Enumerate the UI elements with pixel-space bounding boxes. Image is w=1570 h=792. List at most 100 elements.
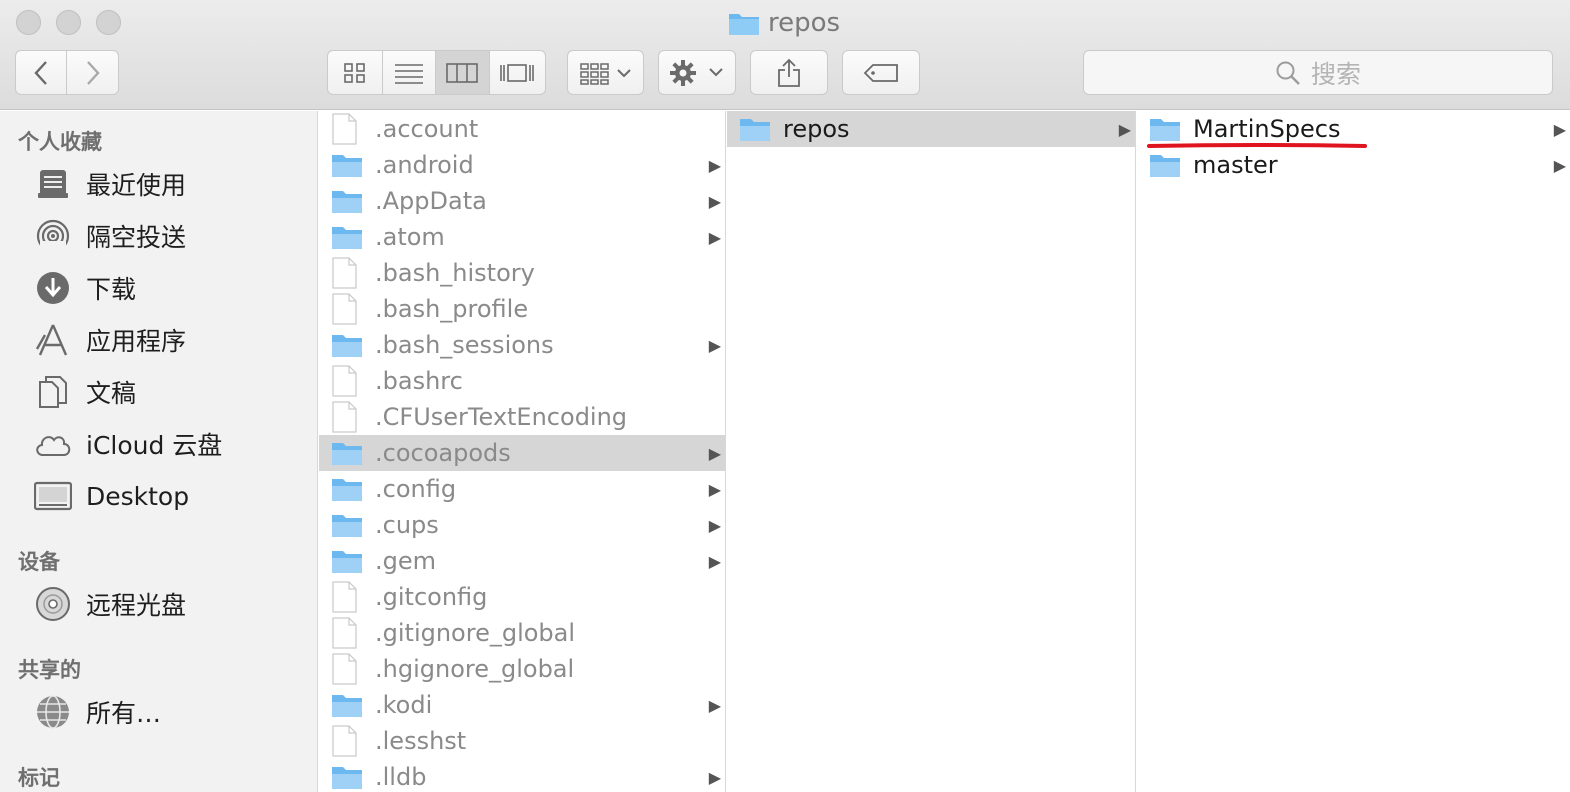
- file-row[interactable]: .bash_history: [319, 255, 725, 291]
- disclosure-arrow-icon: ▶: [708, 515, 721, 535]
- close-window-button[interactable]: [16, 10, 41, 35]
- folder-row[interactable]: MartinSpecs ▶: [1137, 111, 1570, 147]
- folder-name: .gem: [375, 547, 437, 575]
- folder-row[interactable]: .cups ▶: [319, 507, 725, 543]
- file-icon: [331, 725, 363, 757]
- folder-row[interactable]: .gem ▶: [319, 543, 725, 579]
- file-icon: [331, 293, 363, 325]
- sidebar-item-recents[interactable]: 最近使用: [34, 162, 186, 206]
- sidebar-item-documents[interactable]: 文稿: [34, 370, 136, 414]
- folder-row-selected[interactable]: repos ▶: [727, 111, 1135, 147]
- window-title-text: repos: [768, 8, 841, 38]
- icon-view-button[interactable]: [328, 51, 383, 94]
- file-icon: [331, 365, 363, 397]
- folder-icon: [331, 222, 363, 252]
- file-row[interactable]: .hgignore_global: [319, 651, 725, 687]
- finder-window: repos 搜索 个人收藏 最近使用 隔空投送 下载 应用程序 文稿 iClou…: [0, 0, 1570, 792]
- desktop-icon: [34, 477, 72, 515]
- browser-column-1[interactable]: .account .android ▶ .AppData ▶ .atom ▶ .bas…: [319, 111, 726, 792]
- folder-name: .AppData: [375, 187, 487, 215]
- zoom-window-button[interactable]: [96, 10, 121, 35]
- search-placeholder: 搜索: [1310, 59, 1361, 89]
- tags-button[interactable]: [842, 50, 920, 95]
- file-icon: [331, 653, 363, 685]
- sidebar-item-icloud[interactable]: iCloud 云盘: [34, 422, 222, 466]
- folder-row[interactable]: .bash_sessions ▶: [319, 327, 725, 363]
- list-view-button[interactable]: [383, 51, 437, 94]
- search-icon: [1276, 61, 1300, 85]
- sidebar-item-label: 所有…: [86, 699, 162, 728]
- folder-icon: [331, 330, 363, 360]
- column-view-button[interactable]: [436, 51, 490, 94]
- network-icon: [34, 693, 72, 731]
- folder-row-selected[interactable]: .cocoapods ▶: [319, 435, 725, 471]
- file-row[interactable]: .CFUserTextEncoding: [319, 399, 725, 435]
- gallery-view-button[interactable]: [490, 51, 545, 94]
- file-icon: [331, 113, 363, 145]
- folder-row[interactable]: .config ▶: [319, 471, 725, 507]
- folder-row[interactable]: .AppData ▶: [319, 183, 725, 219]
- sidebar-item-airdrop[interactable]: 隔空投送: [34, 214, 186, 258]
- browser-column-2[interactable]: repos ▶: [727, 111, 1136, 792]
- icloud-icon: [34, 425, 72, 463]
- share-button[interactable]: [750, 50, 828, 95]
- disclosure-arrow-icon: ▶: [708, 227, 721, 247]
- disclosure-arrow-icon: ▶: [708, 155, 721, 175]
- file-name: .hgignore_global: [375, 655, 575, 683]
- action-menu-button[interactable]: [658, 50, 736, 95]
- toolbar: repos 搜索: [0, 0, 1570, 110]
- sidebar-heading-devices: 设备: [18, 550, 60, 574]
- file-icon: [331, 401, 363, 433]
- disclosure-arrow-icon: ▶: [708, 695, 721, 715]
- folder-name: .config: [375, 475, 457, 503]
- file-row[interactable]: .gitignore_global: [319, 615, 725, 651]
- folder-row[interactable]: master ▶: [1137, 147, 1570, 183]
- navigation-buttons: [15, 50, 119, 95]
- search-field[interactable]: 搜索: [1083, 50, 1553, 95]
- group-by-button[interactable]: [567, 50, 644, 95]
- folder-row[interactable]: .android ▶: [319, 147, 725, 183]
- file-row[interactable]: .bash_profile: [319, 291, 725, 327]
- back-button[interactable]: [16, 51, 68, 94]
- downloads-icon: [34, 269, 72, 307]
- sidebar-item-all-shared[interactable]: 所有…: [34, 690, 161, 734]
- disclosure-arrow-icon: ▶: [1553, 119, 1566, 139]
- folder-name: .android: [375, 151, 474, 179]
- folder-icon: [331, 186, 363, 216]
- sidebar-item-remote-disc[interactable]: 远程光盘: [34, 582, 186, 626]
- file-row[interactable]: .account: [319, 111, 725, 147]
- file-icon: [331, 617, 363, 649]
- folder-row[interactable]: .kodi ▶: [319, 687, 725, 723]
- sidebar-heading-tags: 标记: [18, 766, 60, 790]
- folder-name: master: [1193, 151, 1278, 179]
- applications-icon: [34, 321, 72, 359]
- folder-name: repos: [783, 115, 850, 143]
- file-name: .gitignore_global: [375, 619, 576, 647]
- recents-icon: [34, 165, 72, 203]
- forward-button[interactable]: [67, 51, 118, 94]
- file-row[interactable]: .lesshst: [319, 723, 725, 759]
- file-name: .lesshst: [375, 727, 467, 755]
- disclosure-arrow-icon: ▶: [1118, 119, 1131, 139]
- minimize-window-button[interactable]: [56, 10, 81, 35]
- file-icon: [331, 581, 363, 613]
- folder-row[interactable]: .atom ▶: [319, 219, 725, 255]
- sidebar-item-desktop[interactable]: Desktop: [34, 474, 189, 518]
- disclosure-arrow-icon: ▶: [708, 335, 721, 355]
- sidebar-item-applications[interactable]: 应用程序: [34, 318, 186, 362]
- disclosure-arrow-icon: ▶: [708, 767, 721, 787]
- columns-icon: [446, 62, 479, 83]
- browser-column-3[interactable]: MartinSpecs ▶ master ▶: [1137, 111, 1570, 792]
- tag-icon: [863, 63, 898, 82]
- folder-icon: [331, 474, 363, 504]
- remote-disc-icon: [34, 585, 72, 623]
- file-row[interactable]: .gitconfig: [319, 579, 725, 615]
- group-icon: [579, 62, 631, 85]
- folder-name: MartinSpecs: [1193, 115, 1341, 143]
- folder-row[interactable]: .lldb ▶: [319, 759, 725, 792]
- file-row[interactable]: .bashrc: [319, 363, 725, 399]
- sidebar-item-label: 最近使用: [86, 171, 187, 200]
- sidebar-item-downloads[interactable]: 下载: [34, 266, 136, 310]
- file-name: .bashrc: [375, 367, 463, 395]
- window-title: repos: [728, 8, 840, 38]
